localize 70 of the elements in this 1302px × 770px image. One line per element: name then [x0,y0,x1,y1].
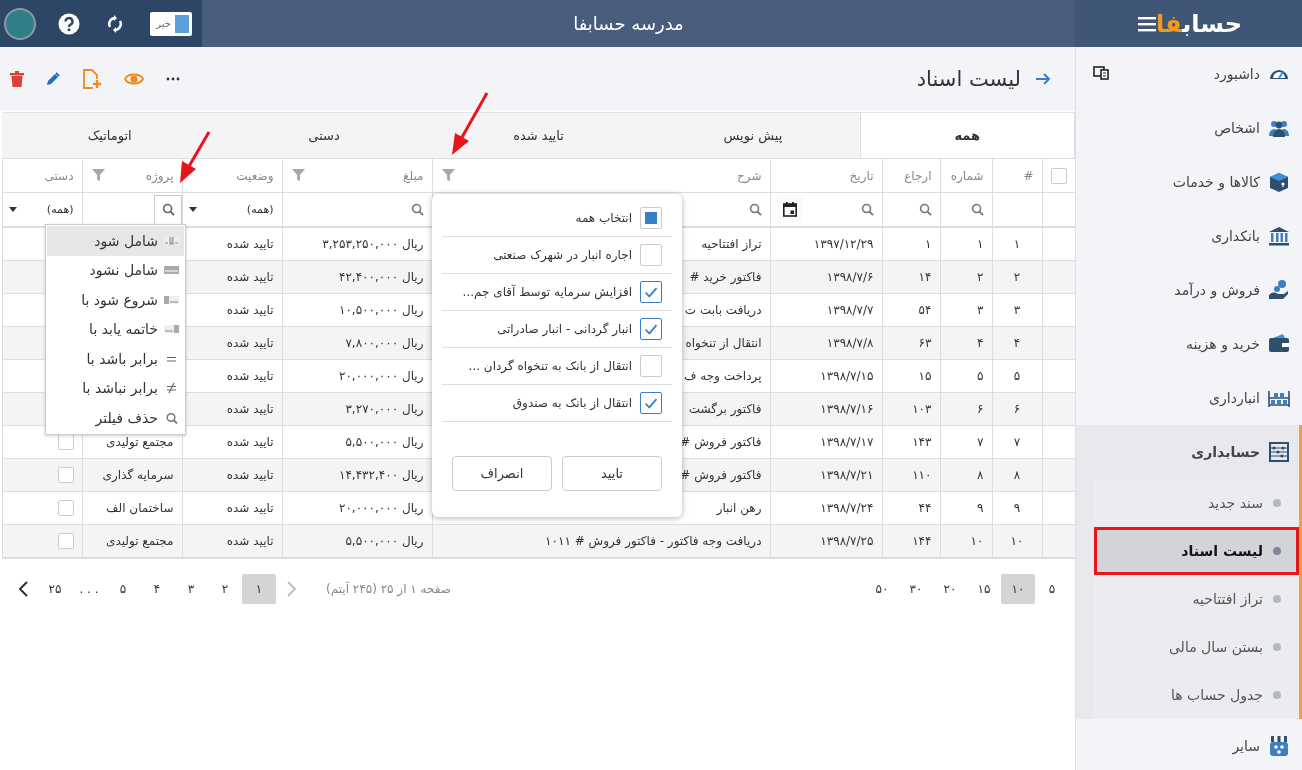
table-cell: تایید شده [182,524,282,558]
table-cell: ۶۳ [882,326,940,360]
table-cell: ۸ [940,458,992,492]
table-cell: ریال ۷,۸۰۰,۰۰۰ [282,326,432,360]
table-cell: ۱۴۳ [882,425,940,459]
table-cell: ۶ [940,392,992,426]
table-cell: ۱۳۹۸/۷/۲۱ [770,458,882,492]
table-cell: ۹ [992,491,1042,525]
table-cell: ۱۳۹۸/۷/۱۵ [770,359,882,393]
table-cell: ۵ [992,359,1042,393]
checkbox-label: انتقال از بانک به صندوق [512,396,632,410]
table-cell: ۱ [992,227,1042,261]
table-cell: ۱ [940,227,992,261]
table-cell: ۱۳۹۸/۷/۲۴ [770,491,882,525]
table-cell: ۵۴ [882,293,940,327]
table-cell: ۱۳۹۸/۷/۱۶ [770,392,882,426]
table-cell: ۳ [940,293,992,327]
column-header: پروژه [145,168,174,183]
table-cell: ۷ [992,425,1042,459]
table-cell: ۹ [940,491,992,525]
app-title: مدرسه حسابفا [573,13,685,34]
table-cell: ۱۱۰ [882,458,940,492]
table-cell: ۱۴ [882,260,940,294]
table-cell: ۲ [940,260,992,294]
table-cell: ۱۰ [992,524,1042,558]
table-cell: ریال ۳,۲۷۰,۰۰۰ [282,392,432,426]
logo: حسابفا [1155,9,1242,38]
table-cell: ۱۰۳ [882,392,940,426]
table-cell: ۷ [940,425,992,459]
table-cell: ۴۴ [882,491,940,525]
checkbox-label: انتقال از بانک به تنخواه گردان ... [468,359,632,373]
table-cell: ۱۴۴ [882,524,940,558]
table-cell: ساختمان الف [82,491,182,525]
checkbox-label: اجاره انبار در شهرک صنعتی [493,248,632,262]
table-cell: ۲ [992,260,1042,294]
checkbox-label: انتخاب همه [575,211,632,225]
table-cell: ۱۳۹۸/۷/۲۵ [770,524,882,558]
table-cell: ریال ۱۴,۴۳۲,۴۰۰ [282,458,432,492]
column-header: مبلغ [403,168,424,183]
table-cell: ۱۳۹۸/۷/۸ [770,326,882,360]
column-header: وضعیت [236,168,274,183]
table-cell: ۱۵ [882,359,940,393]
table-cell: سرمایه گذاری [82,458,182,492]
table-cell: ۳ [992,293,1042,327]
table-cell: ۱۳۹۸/۷/۱۷ [770,425,882,459]
table-cell: ۸ [992,458,1042,492]
table-cell: ۴ [992,326,1042,360]
table-cell: ۱۰ [940,524,992,558]
table-cell: ۱۳۹۷/۱۲/۲۹ [770,227,882,261]
table-cell: تایید شده [182,491,282,525]
column-header: ارجاع [904,168,932,183]
table-cell: ریال ۲۰,۰۰۰,۰۰۰ [282,491,432,525]
column-header: دستی [44,168,74,183]
page-info: صفحه ۱ از ۲۵ (۲۴۵ آیتم) [326,581,451,596]
table-cell: مجتمع تولیدی [82,524,182,558]
column-header: تاریخ [849,168,874,183]
column-header: شرح [737,168,762,183]
page-title: لیست اسناد [916,66,1021,91]
table-cell: ریال ۵,۵۰۰,۰۰۰ [282,524,432,558]
table-cell: ۴ [940,326,992,360]
table-cell: ۶ [992,392,1042,426]
column-header: # [1023,168,1034,183]
column-header: شماره [950,168,984,183]
table-cell: ۱۳۹۸/۷/۶ [770,260,882,294]
table-cell: ۵ [940,359,992,393]
table-cell: دریافت وجه فاکتور - فاکتور فروش # ۱۰۱۱ [432,524,770,558]
table-cell: ۱۳۹۸/۷/۷ [770,293,882,327]
table-cell: ۱ [882,227,940,261]
table-cell: ریال ۴۲,۴۰۰,۰۰۰ [282,260,432,294]
table-cell: تایید شده [182,458,282,492]
